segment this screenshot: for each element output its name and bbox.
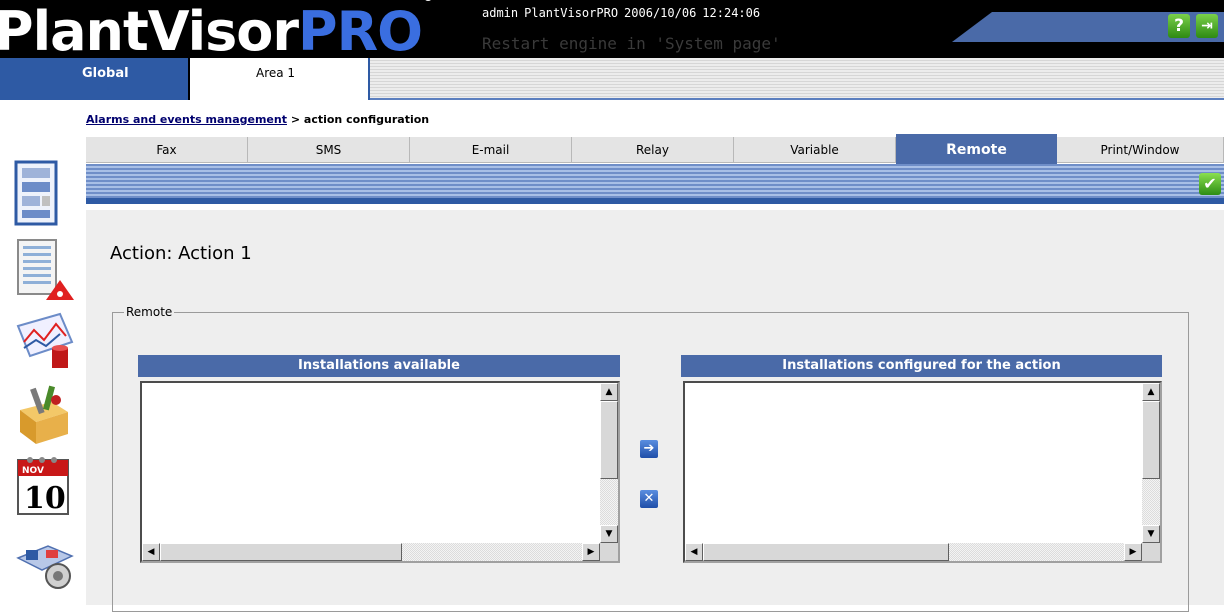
calendar-day: 10: [24, 481, 66, 516]
installations-configured-header: Installations configured for the action: [681, 355, 1162, 377]
scroll-down-arrow-icon[interactable]: ▼: [600, 525, 618, 543]
horizontal-scrollbar[interactable]: ◀ ▶: [685, 543, 1142, 561]
calendar-icon[interactable]: NOV 10: [12, 452, 78, 518]
arrow-right-icon: ➔: [643, 441, 655, 456]
app-header: PlantVisorPRO® adminPlantVisorPRO2006/10…: [0, 0, 1224, 58]
devices-icon[interactable]: [12, 160, 78, 226]
header-user: admin: [482, 6, 519, 20]
scroll-thumb[interactable]: [600, 401, 618, 479]
scroll-left-arrow-icon[interactable]: ◀: [685, 543, 703, 561]
remove-installation-button[interactable]: ✕: [640, 490, 658, 508]
calendar-month: NOV: [22, 466, 44, 476]
header-status-line: admin PlantVisorPRO 2006/10/06 12:24:06: [482, 6, 760, 20]
tab-remote[interactable]: Remote: [896, 134, 1057, 164]
add-installation-button[interactable]: ➔: [640, 440, 658, 458]
scroll-thumb[interactable]: [1142, 401, 1160, 479]
installations-available-list[interactable]: ▲ ▼ ◀ ▶: [140, 381, 620, 563]
scroll-thumb[interactable]: [160, 543, 402, 561]
scroll-thumb[interactable]: [703, 543, 949, 561]
graph-icon[interactable]: [12, 306, 78, 372]
logo-text-main: PlantVisor: [0, 0, 299, 59]
scroll-down-arrow-icon[interactable]: ▼: [1142, 525, 1160, 543]
installations-available-header: Installations available: [138, 355, 620, 377]
plantvisor-logo: PlantVisorPRO®: [0, 0, 434, 59]
breadcrumb-alarms-link[interactable]: Alarms and events management: [86, 113, 287, 126]
action-type-tabs: Fax SMS E-mail Relay Variable Remote Pri…: [86, 134, 1224, 164]
breadcrumb-current: action configuration: [303, 113, 430, 126]
scroll-up-arrow-icon[interactable]: ▲: [1142, 383, 1160, 401]
remote-fieldset-legend: Remote: [124, 305, 175, 319]
horizontal-scrollbar[interactable]: ◀ ▶: [142, 543, 600, 561]
action-title: Action: Action 1: [110, 243, 252, 264]
breadcrumb-separator: >: [290, 113, 301, 126]
help-button[interactable]: ?: [1168, 14, 1190, 38]
toolbar-band: [86, 164, 1224, 204]
header-system-message: Restart engine in 'System page': [482, 34, 781, 53]
question-icon: ?: [1174, 16, 1184, 36]
tab-area-1[interactable]: Area 1: [188, 58, 370, 100]
scroll-up-arrow-icon[interactable]: ▲: [600, 383, 618, 401]
installations-configured-list[interactable]: ▲ ▼ ◀ ▶: [683, 381, 1162, 563]
scroll-right-arrow-icon[interactable]: ▶: [1124, 543, 1142, 561]
close-icon: ✕: [643, 491, 655, 506]
tab-print-window[interactable]: Print/Window: [1057, 137, 1224, 163]
header-date: 2006/10/06: [624, 6, 697, 20]
vertical-scrollbar[interactable]: ▲ ▼: [600, 383, 618, 543]
tab-relay[interactable]: Relay: [572, 137, 734, 163]
tab-variable[interactable]: Variable: [734, 137, 896, 163]
vertical-scrollbar[interactable]: ▲ ▼: [1142, 383, 1160, 543]
header-app-name: PlantVisorPRO: [524, 6, 619, 20]
logo-text-accent: PRO: [298, 0, 423, 59]
tab-global[interactable]: Global: [0, 58, 188, 100]
scroll-right-arrow-icon[interactable]: ▶: [582, 543, 600, 561]
alarm-list-icon[interactable]: [12, 236, 78, 302]
save-button[interactable]: ✔: [1199, 173, 1221, 195]
plant-view-icon[interactable]: [12, 528, 78, 594]
checkmark-icon: ✔: [1203, 174, 1217, 193]
exit-button[interactable]: ⇥: [1196, 14, 1218, 38]
breadcrumb: Alarms and events management > action co…: [86, 113, 429, 126]
logo-registered-mark: ®: [422, 0, 434, 4]
exit-door-icon: ⇥: [1201, 18, 1213, 34]
scroll-left-arrow-icon[interactable]: ◀: [142, 543, 160, 561]
tools-box-icon[interactable]: [12, 380, 78, 446]
tab-sms[interactable]: SMS: [248, 137, 410, 163]
header-time: 12:24:06: [702, 6, 761, 20]
tab-email[interactable]: E-mail: [410, 137, 572, 163]
tab-fax[interactable]: Fax: [86, 137, 248, 163]
